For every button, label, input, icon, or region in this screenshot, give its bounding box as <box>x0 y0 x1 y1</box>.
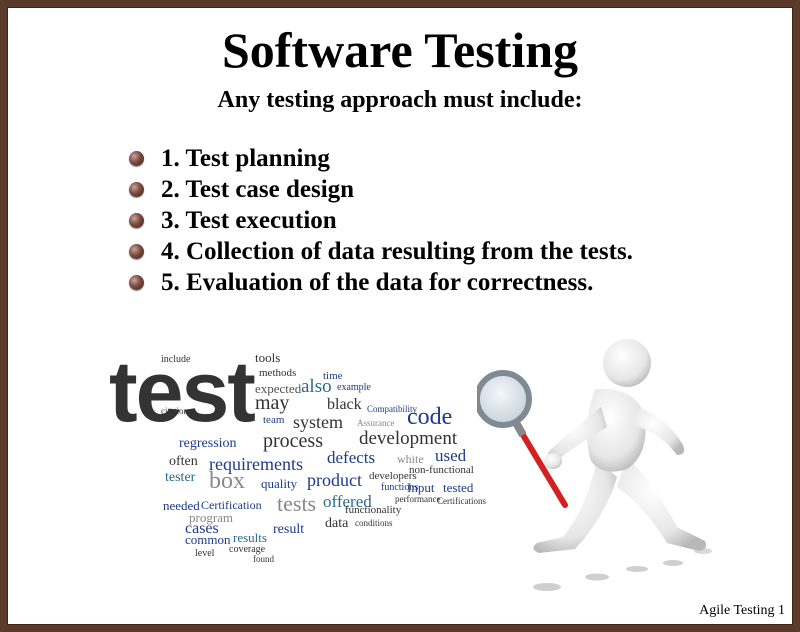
cloud-word: tools <box>255 350 281 365</box>
cloud-word: conditions <box>355 518 393 528</box>
cloud-word: functionality <box>345 504 402 516</box>
bullet-list: 1. Test planning 2. Test case design 3. … <box>129 143 633 298</box>
cloud-word: tested <box>443 480 474 495</box>
cloud-word: code <box>407 404 453 430</box>
cloud-word: box <box>209 468 245 494</box>
footprint-icon <box>626 566 648 572</box>
magnifying-glass-figure-icon <box>477 339 712 591</box>
cloud-word: regression <box>179 436 237 451</box>
cloud-word: result <box>273 522 305 537</box>
slide: Software Testing Any testing approach mu… <box>7 7 793 625</box>
round-bullet-icon <box>129 275 144 290</box>
cloud-word: Assurance <box>357 418 395 428</box>
footprint-icon <box>663 560 683 566</box>
cloud-word: data <box>325 516 349 531</box>
cloud-word: team <box>263 414 285 426</box>
round-bullet-icon <box>129 182 144 197</box>
slide-footer: Agile Testing 1 <box>699 603 785 618</box>
cloud-word: level <box>195 548 215 559</box>
list-item: 5. Evaluation of the data for correctnes… <box>129 267 633 298</box>
cloud-word: also <box>301 376 332 397</box>
cloud-word: results <box>233 530 267 545</box>
cloud-word: tests <box>277 491 317 516</box>
cloud-word: defects <box>327 448 376 467</box>
cloud-word: performance <box>395 494 441 504</box>
cloud-word: tester <box>165 470 196 485</box>
cloud-word: common <box>185 532 231 547</box>
list-item: 3. Test execution <box>129 205 633 236</box>
cloud-word: system <box>293 412 344 432</box>
cloud-word: used <box>435 446 467 465</box>
list-item: 1. Test planning <box>129 143 633 174</box>
footprint-icon <box>585 573 609 581</box>
word-cloud-image: include tools test methods time expected… <box>105 333 486 569</box>
bullet-text: 3. Test execution <box>161 206 337 234</box>
cloud-word: methods <box>259 367 297 379</box>
cloud-word: example <box>337 382 371 393</box>
cloud-word: non-functional <box>409 464 474 476</box>
cloud-word: test <box>109 344 256 440</box>
cloud-word: quality <box>261 476 298 491</box>
cloud-word: product <box>307 470 362 490</box>
cloud-word: citation <box>161 406 188 416</box>
list-item: 4. Collection of data resulting from the… <box>129 236 633 267</box>
bullet-text: 2. Test case design <box>161 175 355 203</box>
cloud-word: black <box>327 396 362 413</box>
list-item: 2. Test case design <box>129 174 633 205</box>
bullet-text: 5. Evaluation of the data for correctnes… <box>161 268 594 296</box>
round-bullet-icon <box>129 151 144 166</box>
bullet-text: 1. Test planning <box>161 144 330 172</box>
cloud-word: may <box>255 392 290 414</box>
cloud-word: process <box>263 430 323 452</box>
slide-title: Software Testing <box>221 22 579 78</box>
cloud-word: often <box>169 454 198 469</box>
cloud-word: found <box>253 554 274 564</box>
cloud-word: Input <box>407 480 435 495</box>
slide-subtitle: Any testing approach must include: <box>217 87 583 113</box>
round-bullet-icon <box>129 244 144 259</box>
round-bullet-icon <box>129 213 144 228</box>
bullet-text: 4. Collection of data resulting from the… <box>161 237 633 265</box>
footprint-icon <box>533 583 561 591</box>
